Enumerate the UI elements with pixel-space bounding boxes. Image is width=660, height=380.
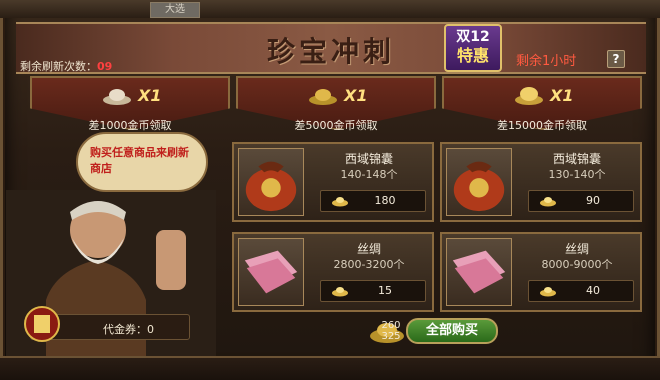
treasure-pouch-icon	[446, 148, 512, 216]
voucher-label: 代金券：0	[103, 323, 154, 336]
background-strip	[0, 0, 660, 18]
shop-item-card[interactable]: 西域锦囊 130-140个 90	[440, 142, 642, 222]
badge-line2: 特惠	[456, 46, 489, 65]
shop-item-card[interactable]: 丝绸 2800-3200个 15	[232, 232, 434, 312]
item-name: 西域锦囊	[552, 152, 601, 166]
double12-badge: 双12 特惠	[444, 24, 502, 72]
treasure-pouch-icon	[238, 148, 304, 216]
refresh-label-text: 剩余刷新次数：	[20, 60, 97, 73]
reward-multiplier: X1	[550, 86, 574, 105]
item-price: 15	[378, 284, 392, 297]
gold-ingot-icon	[332, 197, 348, 207]
item-quantity: 140-148个	[340, 168, 398, 181]
buyall-price-old: 325	[381, 331, 401, 342]
gold-ingot-icon	[515, 87, 543, 105]
item-quantity: 130-140个	[548, 168, 606, 181]
item-price-button[interactable]: 15	[320, 280, 426, 302]
item-quantity: 2800-3200个	[333, 258, 405, 271]
remaining-time: 剩余1小时	[516, 54, 577, 69]
speech-bubble: 购买任意商品来刷新商店	[76, 132, 208, 192]
reward-1-text: 差1000金币领取	[88, 119, 172, 132]
reward-3-text: 差15000金币领取	[497, 119, 587, 132]
item-name: 西域锦囊	[344, 152, 393, 166]
item-name: 丝绸	[356, 242, 381, 256]
background-tab[interactable]: 大选	[150, 2, 200, 18]
shop-item-card[interactable]: 西域锦囊 140-148个 180	[232, 142, 434, 222]
item-price-button[interactable]: 40	[528, 280, 634, 302]
gold-ingot-icon	[332, 287, 348, 297]
gold-ingot-icon	[540, 287, 556, 297]
reward-multiplier: X1	[138, 86, 162, 105]
buy-all-button[interactable]: 全部购买	[406, 318, 498, 344]
gold-ingot-icon	[309, 89, 337, 105]
reward-2-text: 差5000金币领取	[294, 119, 378, 132]
silver-ingot-icon	[103, 89, 131, 105]
item-price-button[interactable]: 180	[320, 190, 426, 212]
silk-cloth-icon	[238, 238, 304, 306]
gold-ingot-icon	[540, 197, 556, 207]
item-quantity: 8000-9000个	[541, 258, 613, 271]
bottom-bar	[0, 356, 660, 380]
help-button[interactable]: ?	[607, 50, 625, 68]
item-price: 90	[586, 194, 600, 207]
item-price-button[interactable]: 90	[528, 190, 634, 212]
voucher-scroll-icon	[24, 306, 60, 342]
item-name: 丝绸	[564, 242, 589, 256]
silk-cloth-icon	[446, 238, 512, 306]
buyall-price-new: 260	[381, 320, 401, 331]
badge-line1: 双12	[456, 29, 490, 45]
shop-item-card[interactable]: 丝绸 8000-9000个 40	[440, 232, 642, 312]
buyall-price-pair: 260 325	[374, 320, 408, 342]
refresh-counter: 剩余刷新次数：09	[20, 58, 112, 74]
item-price: 180	[374, 194, 396, 207]
item-price: 40	[586, 284, 600, 297]
reward-multiplier: X1	[344, 86, 368, 105]
refresh-count: 09	[97, 60, 113, 73]
